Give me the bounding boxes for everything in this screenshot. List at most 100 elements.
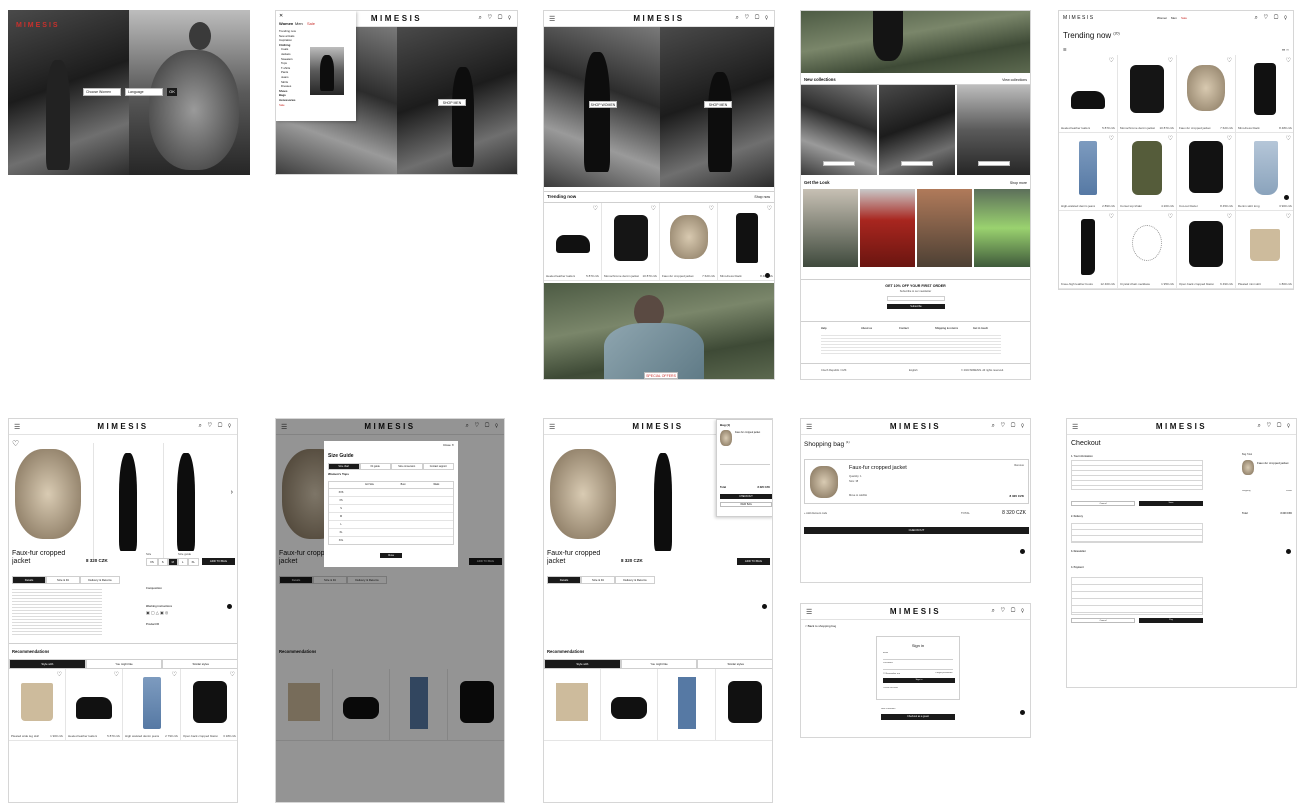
heart-icon[interactable]: ♡ (114, 671, 119, 678)
filter-icon[interactable]: ☰ (1063, 47, 1067, 52)
tab-delivery[interactable]: Delivery & Returns (80, 576, 120, 584)
header-icons[interactable]: ⌕ ♡ ▢ ⚲ (478, 15, 513, 22)
product-card[interactable] (544, 669, 601, 741)
heart-icon[interactable]: ♡ (1109, 57, 1114, 64)
look-image[interactable] (917, 189, 972, 267)
remember-checkbox[interactable]: ☐ Remember me (883, 672, 900, 675)
heart-icon[interactable]: ♡ (57, 671, 62, 678)
heart-icon[interactable]: ♡ (1286, 57, 1291, 64)
header-icons[interactable]: ⌕ ♡ ▢ ⚲ (198, 423, 233, 430)
chat-icon[interactable] (1020, 710, 1025, 715)
product-card[interactable] (658, 669, 716, 741)
size-option[interactable]: S (157, 558, 168, 566)
information-form[interactable] (1071, 460, 1203, 490)
tab-fit-guide[interactable]: Fit guide (359, 463, 391, 470)
pay-button[interactable]: Pay (1139, 618, 1203, 623)
heart-icon[interactable]: ♡ (1227, 135, 1232, 142)
heart-icon[interactable]: ♡ (593, 205, 598, 212)
nav-sale[interactable]: Sale (307, 21, 315, 26)
product-card[interactable]: ♡ Mini-dress black 8 480 czk (1236, 55, 1293, 133)
add-to-bag-button[interactable]: ADD TO BAG (737, 558, 770, 565)
header-icons[interactable]: ⌕ ♡ ▢ ⚲ (735, 15, 770, 22)
email-input[interactable] (887, 296, 945, 301)
tab-size-chart[interactable]: Size chart (328, 463, 360, 470)
size-option[interactable]: L (177, 558, 188, 566)
product-card[interactable]: ♡ Monochrome denim jacket 10 870 czk (1118, 55, 1177, 133)
menu-item[interactable]: Sale (279, 103, 307, 108)
shop-women-button[interactable]: SHOP WOMEN (589, 101, 617, 108)
cancel-payment-button[interactable]: Cancel (1071, 618, 1135, 623)
subscribe-button[interactable]: Subscribe (887, 304, 945, 309)
product-card[interactable]: ♡ Heeled leather loafers 5 870 czk (1059, 55, 1118, 133)
password-input[interactable] (883, 669, 953, 670)
tab-size-fit[interactable]: Size & Fit (46, 576, 80, 584)
nav-sale[interactable]: Sale (1181, 16, 1187, 20)
size-guide-link[interactable]: Size guide (178, 552, 191, 556)
email-input[interactable] (883, 659, 953, 660)
tab-details[interactable]: Details (547, 576, 581, 584)
product-card[interactable]: ♡ Open back cropped blazer 6 490 czk (1177, 211, 1236, 289)
heart-icon[interactable]: ♡ (651, 205, 656, 212)
chat-icon[interactable] (1020, 549, 1025, 554)
sign-in-button[interactable]: Sign in (883, 678, 955, 683)
shop-more-link[interactable]: Shop more (1010, 181, 1027, 185)
heart-icon[interactable]: ♡ (230, 671, 235, 678)
tab-contact[interactable]: Contact support (422, 463, 454, 470)
save-button[interactable]: Save (1139, 501, 1203, 506)
back-link[interactable]: < Back to shopping bag (805, 624, 836, 628)
tab-style-with[interactable]: Style with (9, 659, 86, 669)
heart-icon[interactable]: ♡ (172, 671, 177, 678)
heart-icon[interactable]: ♡ (1109, 135, 1114, 142)
move-to-wishlist-link[interactable]: Move to wishlist (849, 494, 867, 497)
nav-women[interactable]: Women (1157, 16, 1167, 20)
forgot-link[interactable]: Forgot password? (935, 672, 953, 674)
chevron-right-icon[interactable]: › (231, 489, 233, 496)
product-card[interactable]: ♡ Heeled leather loafers 5 870 czk (544, 203, 602, 281)
delivery-options[interactable] (1071, 523, 1203, 543)
nav-women[interactable]: Women (279, 21, 293, 26)
close-icon[interactable]: Close ✕ (443, 443, 454, 447)
product-card[interactable]: ♡ High-waisted denim jeans 2 890 czk (1059, 133, 1118, 211)
tab-might-like[interactable]: You might like (85, 659, 163, 669)
product-card[interactable]: ♡ Faux-fur cropped jacket 7 620 czk (660, 203, 718, 281)
look-image[interactable] (974, 189, 1030, 267)
product-card[interactable]: ♡ Mini-dress black 8 480 czk (718, 203, 774, 281)
payment-form[interactable] (1071, 577, 1203, 615)
shop-men-button[interactable]: SHOP MEN (704, 101, 732, 108)
product-card[interactable] (601, 669, 658, 741)
product-card[interactable]: ♡ Open back cropped blazer 3 180 czk (181, 669, 237, 741)
product-card[interactable]: ♡ Crystal chain necklace 1 950 czk (1118, 211, 1177, 289)
shop-men-button[interactable]: SHOP MEN (438, 99, 466, 106)
chat-icon[interactable] (765, 273, 770, 278)
select-women[interactable]: Choose Women (83, 88, 121, 96)
chat-icon[interactable] (1284, 195, 1289, 200)
remove-link[interactable]: Remove (1014, 464, 1024, 467)
heart-icon[interactable]: ♡ (1168, 135, 1173, 142)
cancel-button[interactable]: Cancel (1071, 501, 1135, 506)
product-card[interactable]: ♡ Cut-out blazer 8 450 czk (1177, 133, 1236, 211)
size-selector[interactable]: XS S M L XL (146, 558, 199, 566)
nav-men[interactable]: Men (1171, 16, 1177, 20)
footer-country[interactable]: Czech Republic / CZK (821, 369, 847, 372)
tab-delivery[interactable]: Delivery & Returns (615, 576, 655, 584)
look-image[interactable] (803, 189, 858, 267)
product-card[interactable] (716, 669, 772, 741)
grid-toggle-icon[interactable]: ▪▪ ▫▫ (1282, 47, 1289, 52)
heart-icon[interactable]: ♡ (1168, 57, 1173, 64)
tab-similar[interactable]: Similar styles (162, 659, 237, 669)
view-bag-button[interactable]: VIEW BAG (720, 502, 772, 507)
checkout-button[interactable]: CHECKOUT (720, 494, 772, 499)
heart-icon[interactable]: ♡ (12, 439, 19, 448)
product-card[interactable]: ♡ Heeled leather loafers 5 870 czk (66, 669, 123, 741)
product-card[interactable]: ♡ Monochrome denim jacket 10 870 czk (602, 203, 660, 281)
tab-size-fit[interactable]: Size & Fit (581, 576, 615, 584)
add-to-bag-button[interactable]: ADD TO BAG (202, 558, 235, 565)
tab-details[interactable]: Details (12, 576, 46, 584)
footer-language[interactable]: English (909, 369, 918, 372)
create-account-link[interactable]: Create account (883, 687, 898, 689)
tab-style-with[interactable]: Style with (544, 659, 621, 669)
product-card[interactable]: ♡ Faux-fur cropped jacket 7 620 czk (1177, 55, 1236, 133)
product-card[interactable]: ♡ Corset top khaki 4 200 czk (1118, 133, 1177, 211)
product-card[interactable]: ♡ High waisted denim jeans 2 790 czk (123, 669, 181, 741)
nav-men[interactable]: Men (295, 21, 303, 26)
